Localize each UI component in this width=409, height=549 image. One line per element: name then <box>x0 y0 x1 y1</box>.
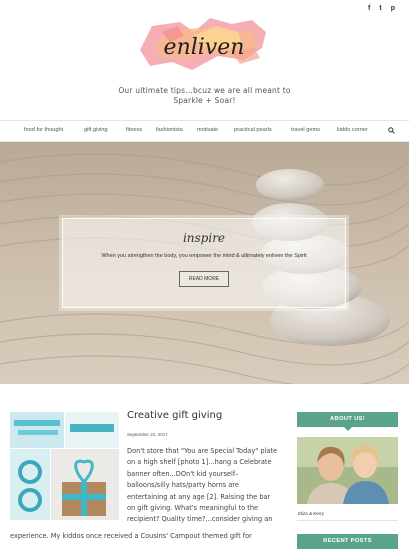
site-logo[interactable]: enliven <box>132 12 276 76</box>
about-us-caption: Eliza & Kerry <box>298 511 325 516</box>
facebook-icon[interactable]: f <box>368 5 370 12</box>
post-title[interactable]: Creative gift giving <box>127 410 222 421</box>
post-excerpt-continued: experience. My kiddos once received a Co… <box>10 532 252 540</box>
nav-item-practical-pearls[interactable]: practical pearls <box>234 127 272 133</box>
post-thumbnail-image[interactable] <box>10 412 119 520</box>
nav-item-food-for-thought[interactable]: food for thought <box>24 127 63 133</box>
about-us-photo <box>297 437 398 504</box>
post-excerpt: Don't store that "You are Special Today"… <box>127 447 278 524</box>
nav-item-fitness[interactable]: fitness <box>126 127 142 133</box>
nav-item-gift-giving[interactable]: gift giving <box>84 127 108 133</box>
read-more-button[interactable]: READ MORE <box>178 271 230 287</box>
hero-banner: inspire When you strengthen the body, yo… <box>0 142 409 384</box>
recent-posts-widget-title: RECENT POSTS <box>297 534 398 549</box>
site-tagline: Our ultimate tips...bcuz we are all mean… <box>118 86 291 105</box>
twitter-icon[interactable]: t <box>379 5 381 12</box>
nav-item-fashionista[interactable]: fashionista <box>156 127 183 133</box>
main-nav: food for thought gift giving fitness fas… <box>0 120 409 142</box>
social-links: f t p <box>368 5 395 12</box>
about-us-widget-title: ABOUT US! <box>297 412 398 431</box>
pinterest-icon[interactable]: p <box>391 5 395 12</box>
hero-overlay-box: inspire When you strengthen the body, yo… <box>62 218 346 308</box>
post-date: September 24, 2017 <box>127 432 168 437</box>
logo-text: enliven <box>164 35 245 60</box>
divider <box>297 520 398 521</box>
search-icon[interactable] <box>388 127 395 134</box>
hero-title: inspire <box>182 231 226 245</box>
hero-text: When you strengthen the body, you empowe… <box>101 253 307 259</box>
nav-item-kiddo-corner[interactable]: kiddo corner <box>337 127 368 133</box>
nav-item-motivate[interactable]: motivate <box>197 127 218 133</box>
caret-down-icon <box>344 427 352 431</box>
nav-item-travel-gems[interactable]: travel gems <box>291 127 320 133</box>
